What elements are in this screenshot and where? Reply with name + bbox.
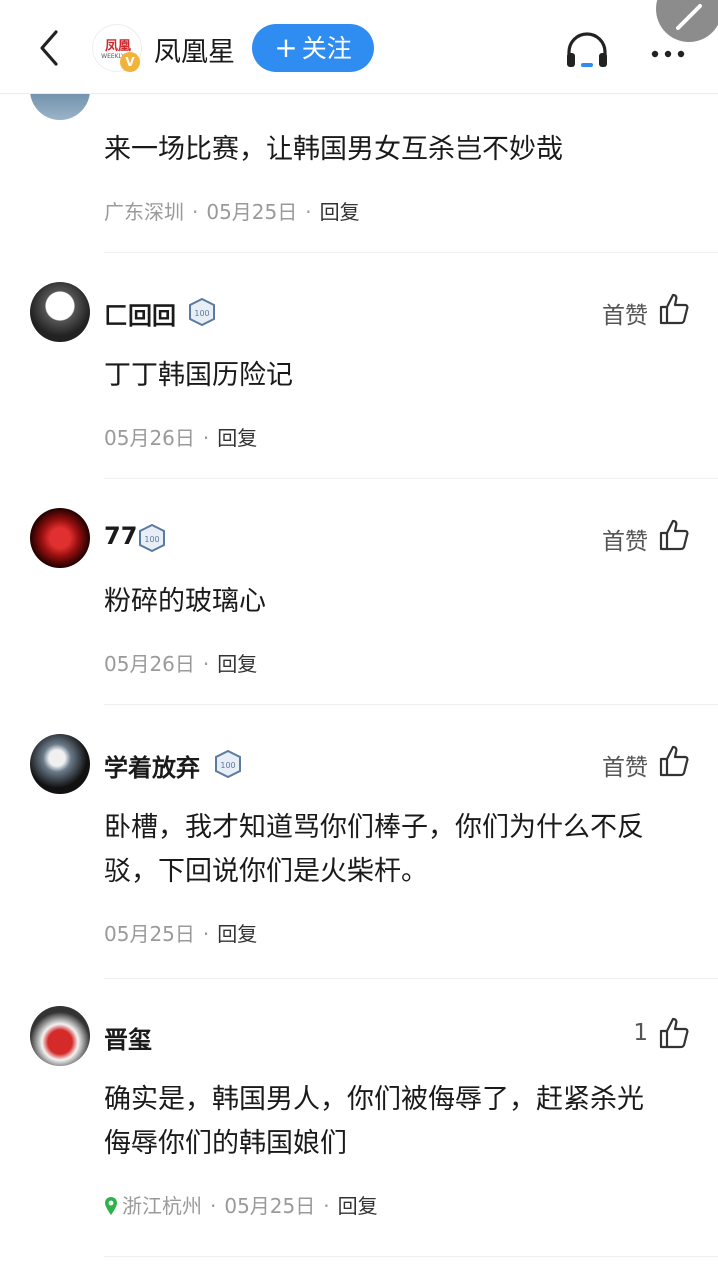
comment-date: 05月25日	[104, 922, 195, 946]
user-avatar[interactable]	[30, 508, 90, 568]
like-label: 首赞	[602, 755, 648, 781]
reply-button[interactable]: 回复	[338, 1194, 378, 1218]
like-label: 首赞	[602, 529, 648, 555]
headphones-icon	[567, 32, 607, 67]
comment-text: 卧槽，我才知道骂你们棒子，你们为什么不反 驳，下回说你们是火柴杆。	[104, 806, 694, 894]
reply-button[interactable]: 回复	[217, 922, 257, 946]
like-button[interactable]: 首赞	[570, 292, 690, 329]
comment-username[interactable]: 学着放弃	[104, 748, 200, 783]
comment-item: 晋玺 1 确实是，韩国男人，你们被侮辱了，赶紧杀光 侮辱你们的韩国娘们 浙江杭州…	[0, 1004, 718, 1244]
location-pin-icon	[105, 1197, 117, 1215]
comment-item: 学着放弃 100 首赞 卧槽，我才知道骂你们棒子，你们为什么不反 驳，下回说你们…	[0, 732, 718, 972]
comment-item: 77 100 首赞 粉碎的玻璃心 05月26日 · 回复	[0, 506, 718, 696]
divider	[104, 978, 718, 979]
thumbs-up-icon	[659, 293, 689, 325]
level-badge-icon: 100	[139, 524, 165, 552]
comment-date: 05月26日	[104, 426, 195, 450]
divider	[104, 252, 718, 253]
comment-text: 确实是，韩国男人，你们被侮辱了，赶紧杀光 侮辱你们的韩国娘们	[104, 1078, 694, 1166]
svg-text:100: 100	[220, 761, 235, 770]
comment-username[interactable]: 77	[104, 522, 137, 550]
reply-button[interactable]: 回复	[217, 426, 257, 450]
comment-location: 广东深圳	[104, 200, 184, 224]
divider	[104, 478, 718, 479]
comment-text-line: 侮辱你们的韩国娘们	[104, 1128, 347, 1159]
edit-floating-button[interactable]	[656, 0, 718, 42]
channel-logo-text: 凤凰	[104, 39, 131, 54]
user-avatar[interactable]	[30, 1006, 90, 1066]
user-avatar[interactable]	[30, 282, 90, 342]
comment-text: 丁丁韩国历险记	[104, 360, 293, 391]
comment-date: 05月25日	[206, 200, 298, 224]
like-label: 首赞	[602, 303, 648, 329]
comment-meta: 05月25日 · 回复	[104, 922, 258, 946]
comment-meta: 05月26日 · 回复	[104, 652, 258, 676]
back-button[interactable]	[30, 26, 70, 70]
comment-date: 05月25日	[224, 1194, 316, 1218]
pencil-icon	[676, 4, 702, 30]
channel-name[interactable]: 凤凰星	[154, 30, 235, 69]
comments-page: 凤凰 WEEKLY V 凤凰星 + 关注 来一场比赛，让韩国男女互杀岂不妙哉 广…	[0, 0, 718, 1279]
more-dots-icon	[651, 50, 685, 58]
comment-text: 粉碎的玻璃心	[104, 586, 266, 617]
comment-text-line: 驳，下回说你们是火柴杆。	[104, 856, 428, 887]
comment-meta: 广东深圳 · 05月25日 · 回复	[104, 200, 360, 224]
thumbs-up-icon	[659, 745, 689, 777]
thumbs-up-icon	[659, 519, 689, 551]
level-badge-icon: 100	[215, 750, 241, 778]
verified-badge: V	[120, 52, 140, 72]
divider	[104, 1256, 718, 1257]
like-button[interactable]: 1	[630, 1016, 690, 1052]
comment-meta: 05月26日 · 回复	[104, 426, 258, 450]
comment-username[interactable]: 匚回回	[104, 296, 176, 331]
comment-item: 匚回回 100 首赞 丁丁韩国历险记 05月26日 · 回复	[0, 280, 718, 470]
top-bar: 凤凰 WEEKLY V 凤凰星 + 关注	[0, 0, 718, 94]
comment-meta: 浙江杭州 · 05月25日 · 回复	[104, 1190, 378, 1219]
reply-button[interactable]: 回复	[217, 652, 257, 676]
thumbs-up-icon	[659, 1017, 689, 1049]
chevron-left-icon	[40, 30, 58, 66]
like-button[interactable]: 首赞	[570, 744, 690, 781]
user-avatar[interactable]	[30, 734, 90, 794]
svg-text:100: 100	[194, 309, 209, 318]
comment-text-line: 确实是，韩国男人，你们被侮辱了，赶紧杀光	[104, 1084, 644, 1115]
comment-location: 浙江杭州	[122, 1194, 202, 1218]
plus-icon: +	[274, 31, 298, 64]
follow-button[interactable]: + 关注	[252, 24, 374, 72]
svg-text:100: 100	[144, 535, 159, 544]
comment-text-line: 卧槽，我才知道骂你们棒子，你们为什么不反	[104, 812, 644, 843]
listen-button[interactable]	[564, 30, 610, 70]
level-badge-icon: 100	[189, 298, 215, 326]
reply-button[interactable]: 回复	[320, 200, 360, 224]
comment-date: 05月26日	[104, 652, 195, 676]
follow-label: 关注	[301, 34, 352, 63]
divider	[104, 704, 718, 705]
comment-text: 来一场比赛，让韩国男女互杀岂不妙哉	[104, 134, 563, 165]
like-count: 1	[633, 1020, 648, 1046]
comment-username[interactable]: 晋玺	[104, 1020, 152, 1055]
more-button[interactable]	[650, 44, 686, 58]
like-button[interactable]: 首赞	[570, 518, 690, 555]
